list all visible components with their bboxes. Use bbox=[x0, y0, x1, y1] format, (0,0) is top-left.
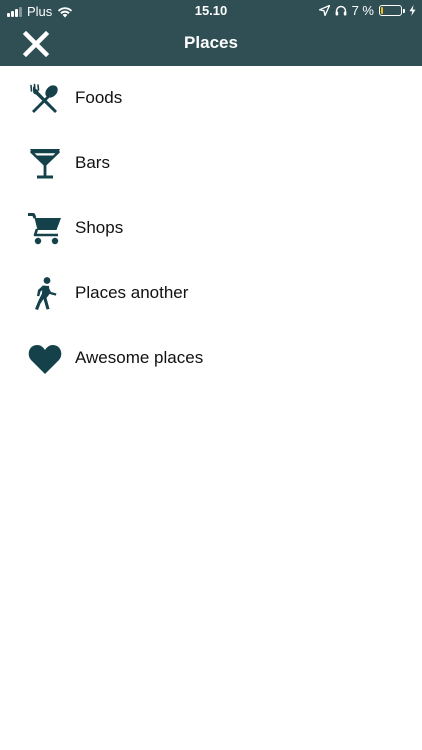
fork-spoon-icon bbox=[27, 81, 63, 117]
list-item-label: Places another bbox=[75, 283, 189, 302]
charging-bolt-icon bbox=[409, 5, 416, 16]
shopping-cart-icon bbox=[27, 211, 63, 247]
location-arrow-icon bbox=[318, 5, 330, 16]
list-item-places-another[interactable]: Places another bbox=[0, 261, 422, 326]
places-list: Foods Bars Shops Places another Awesome … bbox=[0, 66, 422, 391]
list-item-foods[interactable]: Foods bbox=[0, 66, 422, 131]
list-item-label: Awesome places bbox=[75, 348, 204, 367]
list-item-shops[interactable]: Shops bbox=[0, 196, 422, 261]
walking-person-icon bbox=[27, 276, 63, 312]
heart-icon bbox=[27, 341, 63, 377]
list-item-label: Shops bbox=[75, 218, 124, 237]
battery-level-fill bbox=[381, 7, 383, 14]
list-item-label: Bars bbox=[75, 153, 110, 172]
places-screen: Plus 15.10 7 % Places Foods Bars Shops P… bbox=[0, 0, 422, 750]
list-item-label: Foods bbox=[75, 88, 123, 107]
cocktail-glass-icon bbox=[27, 146, 63, 182]
headphones-icon bbox=[335, 5, 346, 16]
top-bar: Plus 15.10 7 % Places bbox=[0, 0, 422, 66]
battery-percent: 7 % bbox=[351, 3, 374, 18]
nav-bar: Places bbox=[0, 22, 422, 66]
page-title: Places bbox=[184, 33, 238, 52]
status-bar: Plus 15.10 7 % bbox=[0, 0, 422, 22]
list-item-awesome-places[interactable]: Awesome places bbox=[0, 326, 422, 391]
battery-icon bbox=[379, 5, 405, 16]
list-item-bars[interactable]: Bars bbox=[0, 131, 422, 196]
status-right: 7 % bbox=[318, 3, 416, 18]
